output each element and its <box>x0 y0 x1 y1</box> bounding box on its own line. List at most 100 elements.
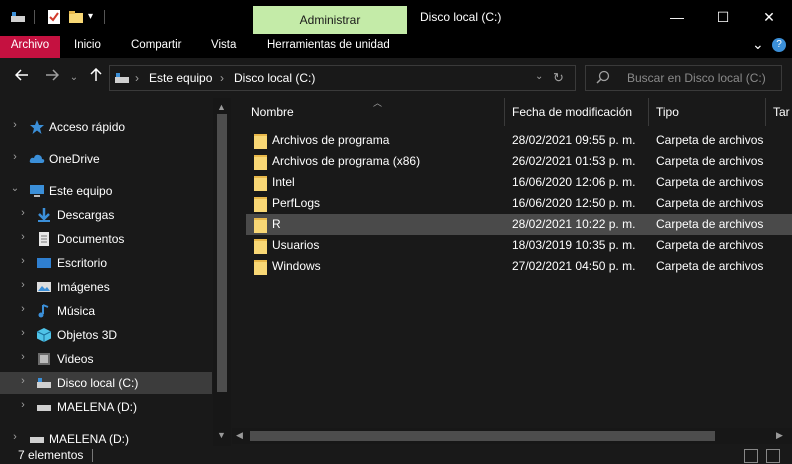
new-folder-icon[interactable] <box>68 9 84 25</box>
nav-item-maelena-d[interactable]: › MAELENA (D:) <box>0 396 212 418</box>
back-button[interactable] <box>12 68 32 88</box>
nav-item-acceso-rapido[interactable]: › Acceso rápido <box>0 116 212 138</box>
table-row[interactable]: Archivos de programa (x86) 26/02/2021 01… <box>246 151 792 172</box>
column-divider[interactable] <box>648 98 649 126</box>
file-type: Carpeta de archivos <box>656 259 764 273</box>
nav-item-musica[interactable]: › Música <box>0 300 212 322</box>
column-header-tamano[interactable]: Tar <box>773 98 790 126</box>
chevron-right-icon[interactable]: › <box>16 255 30 267</box>
breadcrumb-disco-local[interactable]: Disco local (C:) <box>234 71 315 85</box>
nav-item-label: Imágenes <box>57 280 110 294</box>
drive-icon <box>36 375 52 391</box>
chevron-right-icon[interactable]: › <box>16 327 30 339</box>
customize-toolbar-icon[interactable]: ▾ <box>88 9 104 25</box>
scrollbar-thumb[interactable] <box>250 431 715 441</box>
nav-item-documentos[interactable]: › Documentos <box>0 228 212 250</box>
properties-icon[interactable] <box>46 9 62 25</box>
pictures-icon <box>36 279 52 295</box>
up-button[interactable] <box>86 67 106 88</box>
nav-item-videos[interactable]: › Videos <box>0 348 212 370</box>
folder-icon <box>254 218 267 233</box>
scroll-left-icon[interactable]: ◀ <box>236 430 243 441</box>
computer-icon <box>114 70 130 89</box>
nav-item-onedrive[interactable]: › OneDrive <box>0 148 212 170</box>
divider <box>34 10 35 24</box>
horizontal-scrollbar[interactable]: ◀ ▶ <box>232 428 792 444</box>
file-date: 28/02/2021 09:55 p. m. <box>512 133 636 147</box>
minimize-button[interactable]: — <box>654 0 700 34</box>
nav-item-disco-local-c[interactable]: › Disco local (C:) <box>0 372 212 394</box>
search-box[interactable]: Buscar en Disco local (C:) <box>585 65 782 91</box>
forward-button[interactable] <box>42 68 62 88</box>
column-header-tipo[interactable]: Tipo <box>656 98 679 126</box>
chevron-down-icon[interactable]: ⌄ <box>8 183 22 194</box>
nav-item-label: Disco local (C:) <box>57 376 139 390</box>
column-divider[interactable] <box>765 98 766 126</box>
file-type: Carpeta de archivos <box>656 196 764 210</box>
navigation-pane: › Acceso rápido › OneDrive ⌄ Este equipo… <box>0 98 231 446</box>
chevron-right-icon[interactable]: › <box>8 431 22 443</box>
file-date: 16/06/2020 12:06 p. m. <box>512 175 636 189</box>
nav-item-imagenes[interactable]: › Imágenes <box>0 276 212 298</box>
large-icons-view-icon[interactable] <box>766 449 780 463</box>
arrow-left-icon <box>14 69 28 81</box>
table-row[interactable]: PerfLogs 16/06/2020 12:50 p. m. Carpeta … <box>246 193 792 214</box>
address-dropdown-icon[interactable]: ⌄ <box>535 71 543 82</box>
drive-icon[interactable] <box>10 9 26 25</box>
breadcrumb-este-equipo[interactable]: Este equipo <box>149 71 212 85</box>
video-icon <box>36 351 52 367</box>
maximize-button[interactable]: ☐ <box>700 0 746 34</box>
column-divider[interactable] <box>504 98 505 126</box>
details-view-icon[interactable] <box>744 449 758 463</box>
table-row[interactable]: R 28/02/2021 10:22 p. m. Carpeta de arch… <box>246 214 792 235</box>
nav-item-objetos-3d[interactable]: › Objetos 3D <box>0 324 212 346</box>
breadcrumb-separator: › <box>220 71 224 85</box>
navigation-scrollbar[interactable]: ▲ ▼ <box>213 98 231 446</box>
chevron-right-icon[interactable]: › <box>16 279 30 291</box>
chevron-right-icon[interactable]: › <box>16 351 30 363</box>
drive-icon <box>29 431 45 447</box>
chevron-right-icon[interactable]: › <box>16 399 30 411</box>
file-name: PerfLogs <box>272 196 321 210</box>
table-row[interactable]: Intel 16/06/2020 12:06 p. m. Carpeta de … <box>246 172 792 193</box>
chevron-right-icon[interactable]: › <box>16 375 30 387</box>
file-name: Archivos de programa (x86) <box>272 154 421 168</box>
help-button[interactable]: ? <box>772 38 786 52</box>
recent-locations-button[interactable]: ⌄ <box>64 68 84 88</box>
refresh-icon[interactable]: ↻ <box>553 70 564 86</box>
chevron-right-icon[interactable]: › <box>16 303 30 315</box>
chevron-right-icon[interactable]: › <box>16 231 30 243</box>
chevron-right-icon[interactable]: › <box>8 119 22 131</box>
nav-item-label: Documentos <box>57 232 125 246</box>
tab-compartir[interactable]: Compartir <box>131 36 181 58</box>
tab-administrar[interactable]: Administrar <box>253 6 407 34</box>
nav-item-escritorio[interactable]: › Escritorio <box>0 252 212 274</box>
address-bar[interactable]: › Este equipo › Disco local (C:) ⌄ ↻ <box>109 65 576 91</box>
tab-archivo[interactable]: Archivo <box>0 36 60 58</box>
expand-ribbon-button[interactable]: ⌄ <box>752 35 764 57</box>
column-header-nombre[interactable]: Nombre <box>251 98 294 126</box>
close-button[interactable]: ✕ <box>746 0 792 34</box>
folder-icon <box>254 239 267 254</box>
document-icon <box>36 231 52 247</box>
star-icon <box>29 119 45 135</box>
chevron-right-icon[interactable]: › <box>8 151 22 163</box>
ribbon-tabs: Archivo Inicio Compartir Vista Herramien… <box>0 36 792 58</box>
tab-vista[interactable]: Vista <box>211 36 236 58</box>
table-row[interactable]: Archivos de programa 28/02/2021 09:55 p.… <box>246 130 792 151</box>
scroll-down-icon[interactable]: ▼ <box>217 430 226 440</box>
divider <box>92 449 93 462</box>
nav-item-label: MAELENA (D:) <box>49 432 130 446</box>
column-header-fecha[interactable]: Fecha de modificación <box>512 98 632 126</box>
file-type: Carpeta de archivos <box>656 175 764 189</box>
table-row[interactable]: Windows 27/02/2021 04:50 p. m. Carpeta d… <box>246 256 792 277</box>
nav-item-este-equipo[interactable]: ⌄ Este equipo <box>0 180 212 202</box>
tab-herramientas-de-unidad[interactable]: Herramientas de unidad <box>267 36 390 58</box>
table-row[interactable]: Usuarios 18/03/2019 10:35 p. m. Carpeta … <box>246 235 792 256</box>
tab-inicio[interactable]: Inicio <box>74 36 101 58</box>
scrollbar-thumb[interactable] <box>217 114 227 392</box>
nav-item-descargas[interactable]: › Descargas <box>0 204 212 226</box>
scroll-right-icon[interactable]: ▶ <box>776 430 783 441</box>
scroll-up-icon[interactable]: ▲ <box>217 102 226 112</box>
chevron-right-icon[interactable]: › <box>16 207 30 219</box>
